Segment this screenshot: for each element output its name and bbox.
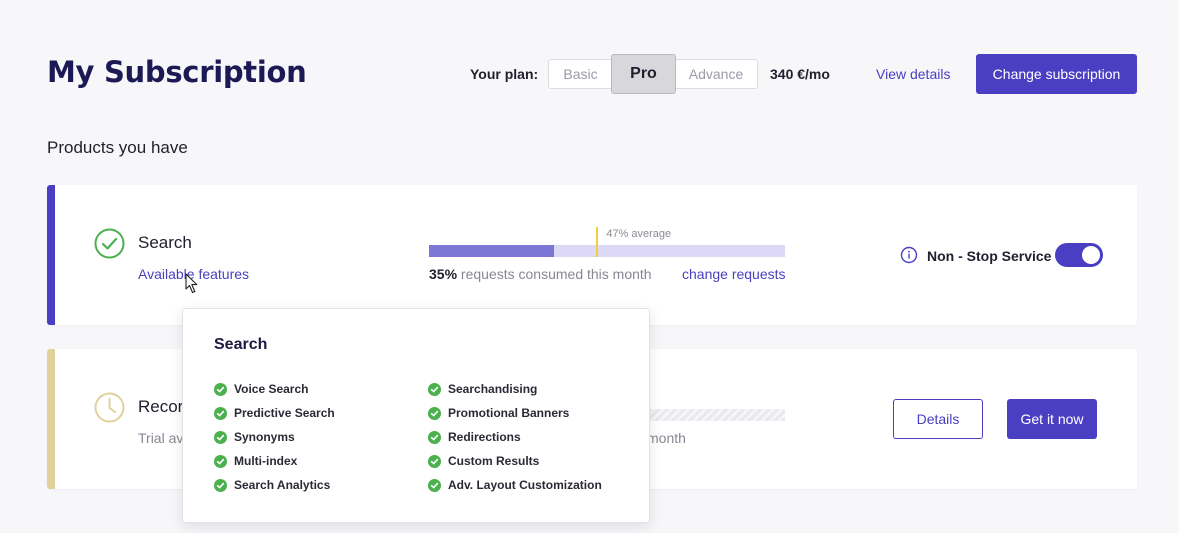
check-icon — [428, 478, 441, 492]
toggle-knob — [1082, 246, 1100, 264]
features-column-right: Searchandising Promotional Banners Redirec… — [428, 377, 602, 497]
features-column-left: Voice Search Predictive Search Synonyms Mul… — [214, 377, 335, 497]
feature-item: Search Analytics — [214, 473, 335, 497]
feature-item: Custom Results — [428, 449, 602, 473]
check-icon — [214, 454, 227, 468]
feature-label: Promotional Banners — [448, 406, 570, 420]
feature-item: Voice Search — [214, 377, 335, 401]
feature-label: Adv. Layout Customization — [448, 478, 602, 492]
feature-item: Synonyms — [214, 425, 335, 449]
non-stop-service-toggle[interactable] — [1055, 243, 1103, 267]
consumed-label: requests consumed this month — [457, 266, 652, 282]
feature-label: Predictive Search — [234, 406, 335, 420]
check-icon — [428, 454, 441, 468]
check-icon — [214, 406, 227, 420]
trial-progress-bar — [647, 409, 785, 421]
check-icon — [428, 382, 441, 396]
plan-price: 340 €/mo — [770, 66, 830, 82]
product-card-search: Search Available features 47% average 35… — [47, 185, 1137, 325]
info-icon[interactable] — [900, 246, 918, 264]
feature-item: Redirections — [428, 425, 602, 449]
view-details-link[interactable]: View details — [876, 66, 950, 82]
check-icon — [428, 406, 441, 420]
page-title: My Subscription — [47, 55, 307, 89]
clock-icon — [94, 392, 125, 423]
product-name: Search — [138, 233, 192, 252]
feature-item: Multi-index — [214, 449, 335, 473]
feature-item: Adv. Layout Customization — [428, 473, 602, 497]
get-it-now-button[interactable]: Get it now — [1007, 399, 1097, 439]
feature-label: Multi-index — [234, 454, 298, 468]
feature-label: Searchandising — [448, 382, 538, 396]
feature-label: Custom Results — [448, 454, 540, 468]
section-title: Products you have — [47, 138, 188, 157]
feature-item: Predictive Search — [214, 401, 335, 425]
requests-progress-bar: 47% average — [429, 227, 785, 257]
product-name: Recor — [138, 397, 184, 416]
plan-option-advance[interactable]: Advance — [675, 59, 758, 89]
feature-item: Searchandising — [428, 377, 602, 401]
non-stop-service-label: Non - Stop Service — [927, 248, 1052, 264]
trial-text: Trial av — [138, 430, 184, 446]
features-popup: Search Voice Search Predictive Search Syno… — [182, 308, 650, 523]
consumed-text: 35% requests consumed this month — [429, 266, 652, 282]
check-icon — [214, 430, 227, 444]
popup-title: Search — [214, 336, 268, 353]
plan-option-pro[interactable]: Pro — [611, 54, 676, 94]
average-label: 47% average — [606, 228, 672, 240]
month-text: month — [647, 430, 686, 446]
feature-label: Voice Search — [234, 382, 309, 396]
check-icon — [428, 430, 441, 444]
plan-label: Your plan: — [470, 66, 539, 82]
card-accent-bar — [47, 349, 55, 489]
check-icon — [214, 382, 227, 396]
feature-label: Search Analytics — [234, 478, 331, 492]
card-accent-bar — [47, 185, 55, 325]
feature-item: Promotional Banners — [428, 401, 602, 425]
check-circle-icon — [94, 228, 125, 259]
feature-label: Redirections — [448, 430, 521, 444]
change-requests-link[interactable]: change requests — [682, 266, 786, 282]
details-button[interactable]: Details — [893, 399, 983, 439]
feature-label: Synonyms — [234, 430, 295, 444]
consumed-value: 35% — [429, 266, 458, 282]
change-subscription-button[interactable]: Change subscription — [976, 54, 1137, 94]
check-icon — [214, 478, 227, 492]
average-marker — [596, 227, 599, 257]
progress-fill — [429, 245, 554, 257]
mouse-cursor-icon — [185, 273, 198, 294]
plan-option-basic[interactable]: Basic — [548, 59, 612, 89]
